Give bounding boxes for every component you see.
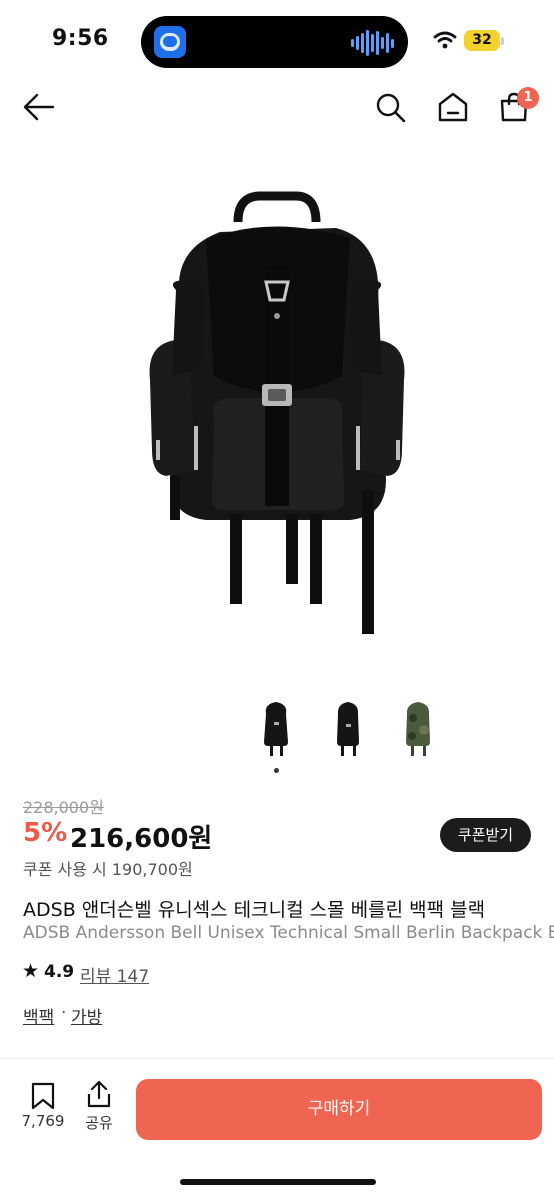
category-link-bag[interactable]: 가방 xyxy=(71,1003,102,1028)
get-coupon-button[interactable]: 쿠폰받기 xyxy=(440,818,531,852)
category-link-backpack[interactable]: 백팩 xyxy=(23,1003,54,1028)
product-title-english: ADSB Andersson Bell Unisex Technical Sma… xyxy=(23,923,554,943)
bookmark-count: 7,769 xyxy=(21,1112,65,1130)
wifi-icon xyxy=(433,31,457,49)
rating-score: 4.9 xyxy=(44,962,75,982)
battery-cap xyxy=(501,37,504,45)
status-time: 9:56 xyxy=(52,26,109,51)
product-image[interactable] xyxy=(110,180,444,650)
carousel-indicator xyxy=(274,768,279,773)
category-separator: · xyxy=(61,1003,67,1023)
home-icon[interactable] xyxy=(436,91,470,123)
cart-badge: 1 xyxy=(517,87,539,109)
audio-wave-icon xyxy=(351,30,394,56)
thumbnail-camo[interactable] xyxy=(398,696,438,758)
bookmark-icon[interactable] xyxy=(29,1081,57,1111)
search-icon[interactable] xyxy=(374,91,408,125)
review-link[interactable]: 리뷰 147 xyxy=(80,962,149,987)
home-indicator xyxy=(180,1179,376,1185)
coupon-price: 쿠폰 사용 시 190,700원 xyxy=(23,860,193,879)
back-arrow-icon[interactable] xyxy=(22,91,56,123)
share-label: 공유 xyxy=(85,1114,113,1132)
original-price: 228,000원 xyxy=(23,798,104,817)
star-icon: ★ xyxy=(22,960,40,982)
dynamic-island xyxy=(141,16,408,68)
discount-rate: 5% xyxy=(23,818,68,848)
divider xyxy=(0,1058,554,1059)
product-title-korean: ADSB 앤더슨벨 유니섹스 테크니컬 스몰 베를린 백팩 블랙 xyxy=(23,899,486,921)
buy-button[interactable]: 구매하기 xyxy=(136,1079,542,1140)
thumbnail-black-angle[interactable] xyxy=(328,696,368,758)
sale-price: 216,600원 xyxy=(70,824,213,854)
share-icon[interactable] xyxy=(85,1079,113,1109)
battery-level: 32 xyxy=(464,30,500,51)
thumbnail-black-front[interactable] xyxy=(256,696,296,758)
app-activity-icon xyxy=(154,26,186,58)
